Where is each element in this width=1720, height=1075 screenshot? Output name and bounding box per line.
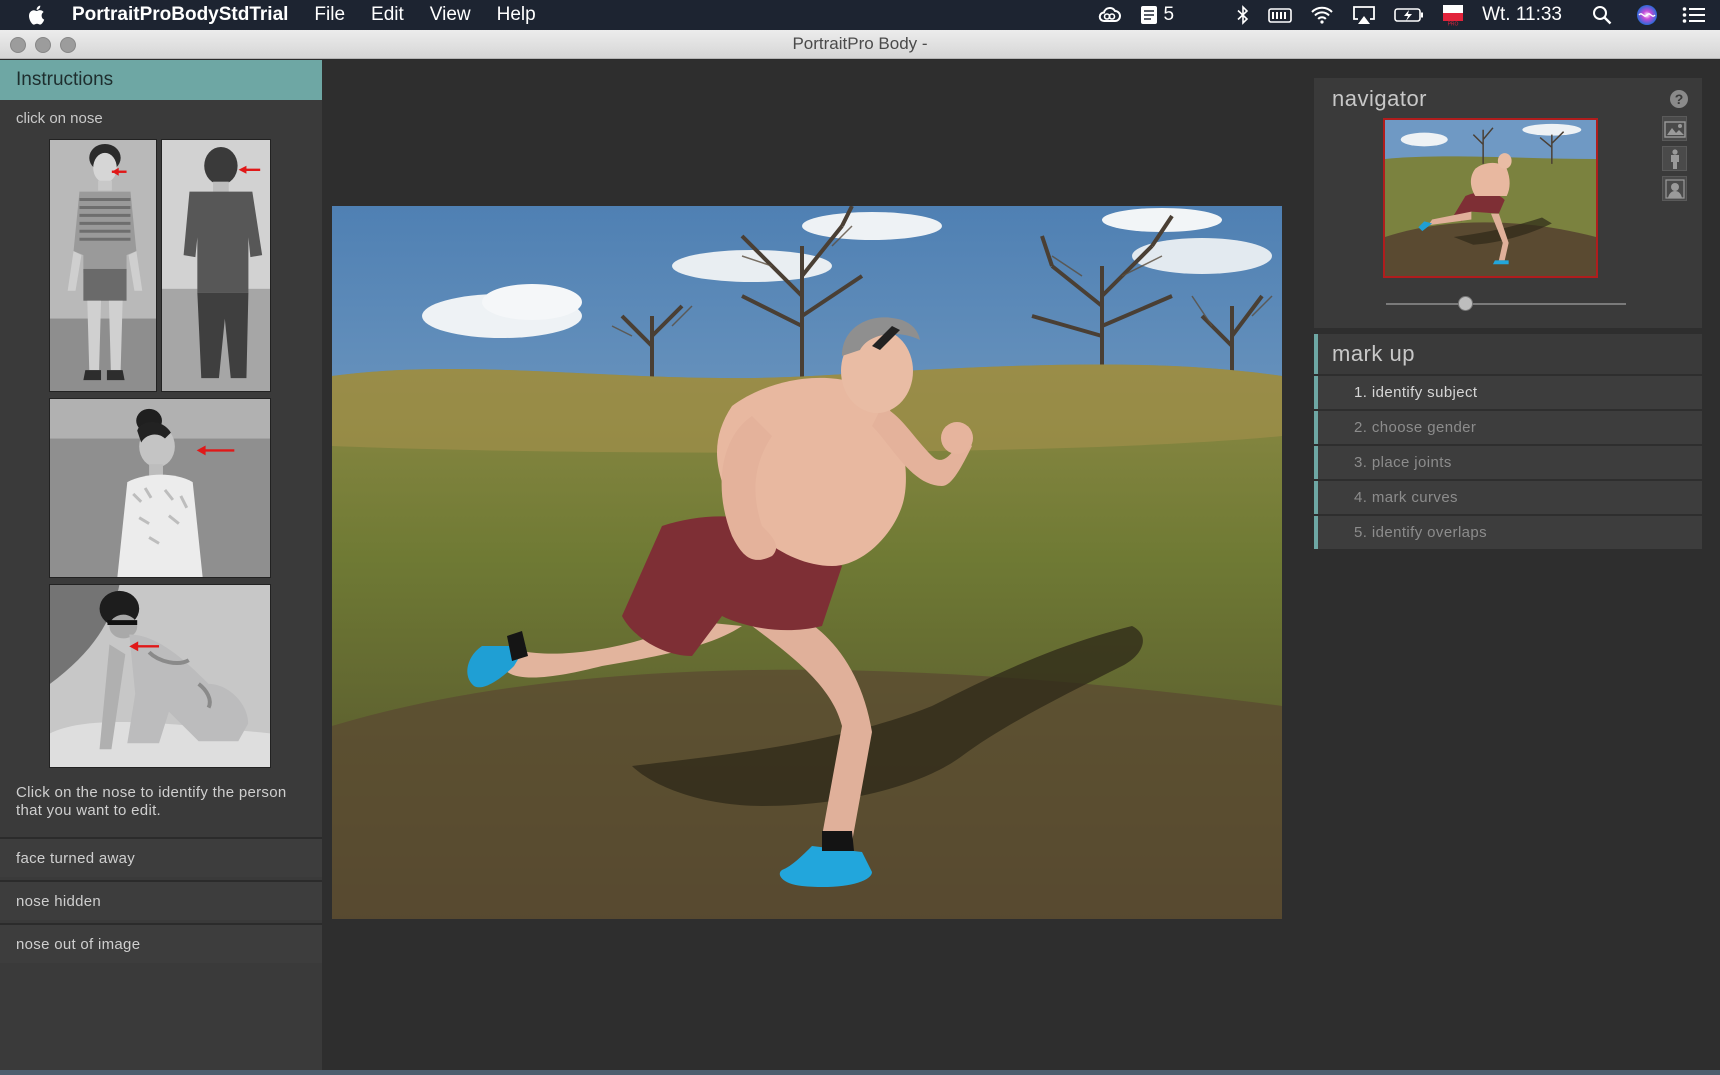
battery-icon[interactable] <box>1394 6 1424 24</box>
window-title: PortraitPro Body - <box>792 34 928 53</box>
menu-help[interactable]: Help <box>497 4 536 26</box>
markup-panel: mark up 1. identify subject 2. choose ge… <box>1314 334 1702 549</box>
main-photo[interactable] <box>332 206 1282 919</box>
step-choose-gender[interactable]: 2. choose gender <box>1314 411 1702 444</box>
zoom-slider-track[interactable] <box>1386 303 1626 305</box>
window-controls <box>10 37 76 53</box>
markup-title: mark up <box>1314 334 1702 374</box>
example-back-image <box>161 139 271 392</box>
nose-hidden-button[interactable]: nose hidden <box>0 880 322 920</box>
nose-out-of-image-button[interactable]: nose out of image <box>0 923 322 963</box>
bluetooth-icon[interactable] <box>1236 5 1250 25</box>
flag-icon[interactable]: PRO <box>1442 4 1464 26</box>
minimize-window-button[interactable] <box>35 37 51 53</box>
notification-center-icon[interactable] <box>1682 6 1706 24</box>
window-titlebar: PortraitPro Body - <box>0 30 1720 59</box>
search-icon[interactable] <box>1592 5 1612 25</box>
menu-view[interactable]: View <box>430 4 471 26</box>
instructions-header: Instructions <box>0 60 322 100</box>
tasks-icon[interactable] <box>1140 5 1158 25</box>
step-identify-overlaps[interactable]: 5. identify overlaps <box>1314 516 1702 549</box>
menubar-clock[interactable]: Wt. 11:33 <box>1482 4 1562 26</box>
instructions-panel: Instructions click on nose Click on the … <box>0 60 322 1070</box>
airplay-icon[interactable] <box>1352 5 1376 25</box>
close-window-button[interactable] <box>10 37 26 53</box>
siri-icon[interactable] <box>1636 4 1658 26</box>
battery-monitor-icon[interactable] <box>1268 6 1292 24</box>
mac-menu-bar: PortraitProBodyStdTrial File Edit View H… <box>0 0 1720 30</box>
right-panel: navigator ? mark up 1. identify subject … <box>1312 60 1720 1070</box>
example-kneeling-image <box>49 584 271 768</box>
app-name-menu[interactable]: PortraitProBodyStdTrial <box>72 4 288 26</box>
body-icon[interactable] <box>1662 146 1687 171</box>
wifi-icon[interactable] <box>1310 6 1334 24</box>
instructions-description: Click on the nose to identify the person… <box>16 784 287 819</box>
navigator-preview[interactable] <box>1383 118 1598 278</box>
navigator-panel: navigator ? <box>1314 78 1702 328</box>
face-turned-away-button[interactable]: face turned away <box>0 837 322 877</box>
zoom-window-button[interactable] <box>60 37 76 53</box>
menu-edit[interactable]: Edit <box>371 4 404 26</box>
svg-text:PRO: PRO <box>1448 22 1459 27</box>
example-profile-image <box>49 398 271 578</box>
step-place-joints[interactable]: 3. place joints <box>1314 446 1702 479</box>
creative-cloud-icon[interactable] <box>1096 6 1122 24</box>
step-identify-subject[interactable]: 1. identify subject <box>1314 376 1702 409</box>
status-area: 5 PRO Wt. 11:33 <box>1096 0 1720 30</box>
tasks-badge-count: 5 <box>1163 4 1175 25</box>
navigator-title: navigator <box>1332 86 1428 111</box>
scene-icon[interactable] <box>1662 116 1687 141</box>
example-front-image <box>49 139 157 392</box>
portrait-icon[interactable] <box>1662 176 1687 201</box>
menu-file[interactable]: File <box>314 4 345 26</box>
step-mark-curves[interactable]: 4. mark curves <box>1314 481 1702 514</box>
apple-icon[interactable] <box>0 5 72 25</box>
instructions-subheader: click on nose <box>16 110 103 127</box>
help-icon[interactable]: ? <box>1670 90 1688 108</box>
desktop-strip <box>0 1070 1720 1075</box>
image-canvas <box>322 60 1312 1070</box>
zoom-slider-knob[interactable] <box>1458 296 1474 311</box>
